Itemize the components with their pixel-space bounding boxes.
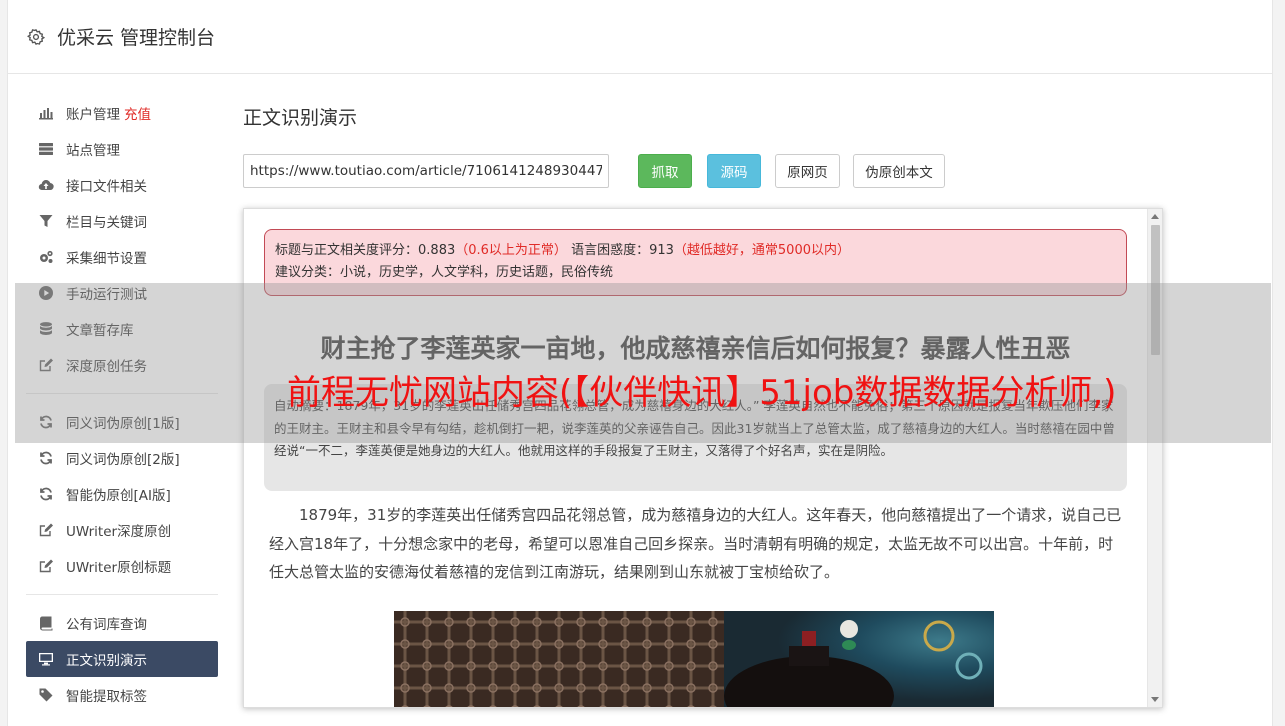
edit-icon xyxy=(38,522,54,538)
original-page-button[interactable]: 原网页 xyxy=(775,154,840,188)
scroll-up-icon[interactable] xyxy=(1151,214,1159,219)
sidebar-item-group1-5[interactable]: 手动运行测试 xyxy=(26,275,218,311)
source-button[interactable]: 源码 xyxy=(707,154,761,188)
sidebar-divider xyxy=(26,594,218,595)
sidebar-item-group2-3[interactable]: UWriter深度原创 xyxy=(26,512,218,548)
sidebar-item-group1-6[interactable]: 文章暂存库 xyxy=(26,311,218,347)
edit-icon xyxy=(38,357,54,373)
sidebar: 账户管理 充值站点管理接口文件相关 栏目与关键词 采集细节设置 手动运行测试 文章暂存库深… xyxy=(26,95,218,713)
sidebar-item-label: 账户管理 xyxy=(66,107,120,123)
sidebar-item-group3-1[interactable]: 正文识别演示 xyxy=(26,641,218,677)
refresh-icon xyxy=(38,450,54,466)
sidebar-item-label: 采集细节设置 xyxy=(66,251,147,267)
refresh-icon xyxy=(38,486,54,502)
sidebar-item-label: 智能伪原创[AI版] xyxy=(66,488,171,504)
sidebar-item-group1-7[interactable]: 深度原创任务 xyxy=(26,347,218,383)
tag-icon xyxy=(38,687,54,703)
sidebar-item-group2-0[interactable]: 同义词伪原创[1版] xyxy=(26,404,218,440)
refresh-icon xyxy=(38,414,54,430)
main-content: 正文识别演示 抓取 源码 原网页 伪原创本文 标题与正文相关度评分：0.883（… xyxy=(243,100,1163,708)
monitor-icon xyxy=(38,651,54,667)
score-label: 标题与正文相关度评分： xyxy=(275,243,419,258)
filter-icon xyxy=(38,213,54,229)
sidebar-item-label: 智能提取标签 xyxy=(66,689,147,705)
perplexity-note: （越低越好，通常5000以内） xyxy=(673,243,850,258)
sidebar-item-label: 接口文件相关 xyxy=(66,179,147,195)
sidebar-item-label: 公有词库查询 xyxy=(66,617,147,633)
cogs-icon xyxy=(38,249,54,265)
app-title: 优采云 管理控制台 xyxy=(57,27,216,49)
sidebar-item-group1-3[interactable]: 栏目与关键词 xyxy=(26,203,218,239)
sidebar-item-group3-0[interactable]: 公有词库查询 xyxy=(26,605,218,641)
bar-chart-icon xyxy=(38,105,54,121)
scrollbar[interactable] xyxy=(1147,209,1162,707)
sidebar-item-group1-1[interactable]: 站点管理 xyxy=(26,131,218,167)
server-icon xyxy=(38,141,54,157)
scroll-down-icon[interactable] xyxy=(1151,697,1159,702)
sidebar-item-label: UWriter原创标题 xyxy=(66,560,172,576)
scroll-thumb[interactable] xyxy=(1151,225,1160,355)
sidebar-item-group1-0[interactable]: 账户管理 充值 xyxy=(26,95,218,131)
sidebar-item-label: 同义词伪原创[2版] xyxy=(66,452,180,468)
cloud-upload-icon xyxy=(38,177,54,193)
article-photo xyxy=(394,611,994,707)
toolbar: 抓取 源码 原网页 伪原创本文 xyxy=(243,154,1163,188)
sidebar-item-label: 深度原创任务 xyxy=(66,359,147,375)
article-paragraph: 1879年，31岁的李莲英出任储秀宫四品花翎总管，成为慈禧身边的大红人。这年春天… xyxy=(269,506,1122,581)
sidebar-item-label: 站点管理 xyxy=(66,143,120,159)
fake-original-button[interactable]: 伪原创本文 xyxy=(853,154,945,188)
sidebar-item-group1-4[interactable]: 采集细节设置 xyxy=(26,239,218,275)
category-label: 建议分类： xyxy=(275,265,341,280)
recharge-link[interactable]: 充值 xyxy=(124,103,151,123)
score-box: 标题与正文相关度评分：0.883（0.6以上为正常） 语言困惑度：913（越低越… xyxy=(264,229,1127,296)
sidebar-divider xyxy=(26,393,218,394)
sidebar-item-group2-2[interactable]: 智能伪原创[AI版] xyxy=(26,476,218,512)
sidebar-item-group2-1[interactable]: 同义词伪原创[2版] xyxy=(26,440,218,476)
sidebar-item-label: 同义词伪原创[1版] xyxy=(66,416,180,432)
fetch-button[interactable]: 抓取 xyxy=(638,154,692,188)
score-note: （0.6以上为正常） xyxy=(455,243,567,258)
perplexity-label: 语言困惑度： xyxy=(571,243,650,258)
gear-icon[interactable] xyxy=(27,28,45,46)
top-bar: 优采云 管理控制台 xyxy=(8,0,1272,74)
sidebar-item-group1-2[interactable]: 接口文件相关 xyxy=(26,167,218,203)
edit-icon xyxy=(38,558,54,574)
sidebar-item-group3-2[interactable]: 智能提取标签 xyxy=(26,677,218,713)
perplexity-value: 913 xyxy=(649,243,674,258)
score-value: 0.883 xyxy=(418,243,456,258)
result-panel: 标题与正文相关度评分：0.883（0.6以上为正常） 语言困惑度：913（越低越… xyxy=(243,208,1163,708)
sidebar-item-label: 文章暂存库 xyxy=(66,323,134,339)
sidebar-item-label: 栏目与关键词 xyxy=(66,215,147,231)
database-icon xyxy=(38,321,54,337)
sidebar-item-label: UWriter深度原创 xyxy=(66,524,172,540)
sidebar-item-label: 正文识别演示 xyxy=(66,653,147,669)
play-circle-icon xyxy=(38,285,54,301)
article-summary: 自动摘要：1879年，31岁的李莲英出任储秀宫四品花翎总管，成为慈禧身边的大红人… xyxy=(264,384,1127,491)
sidebar-item-group2-4[interactable]: UWriter原创标题 xyxy=(26,548,218,584)
photo-illustration xyxy=(394,611,994,707)
url-input[interactable] xyxy=(243,154,609,188)
article-title: 财主抢了李莲英家一亩地，他成慈禧亲信后如何报复？暴露人性丑恶 xyxy=(320,334,1071,363)
sidebar-item-label: 手动运行测试 xyxy=(66,287,147,303)
book-icon xyxy=(38,615,54,631)
page-title: 正文识别演示 xyxy=(243,107,358,129)
category-value: 小说，历史学，人文学科，历史话题，民俗传统 xyxy=(340,265,614,280)
